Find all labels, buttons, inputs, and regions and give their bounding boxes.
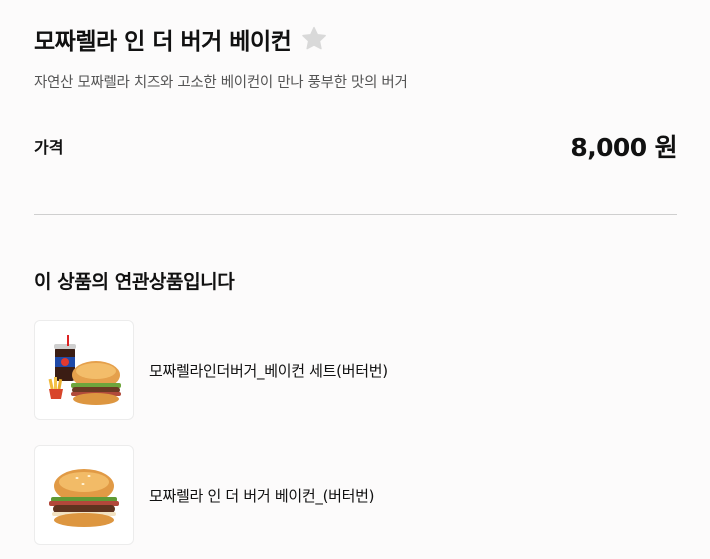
related-section-title: 이 상품의 연관상품입니다: [34, 271, 235, 293]
product-title: 모짜렐라 인 더 버거 베이컨: [34, 29, 292, 55]
product-detail-page: 모짜렐라 인 더 버거 베이컨 자연산 모짜렐라 치즈와 고소한 베이컨이 만나…: [0, 0, 710, 559]
related-list: 모짜렐라인더버거_베이컨 세트(버터번) 모짜렐라 인 더 버거 베이컨_(버터…: [34, 320, 677, 559]
favorite-button[interactable]: [299, 24, 329, 54]
price-label: 가격: [34, 138, 64, 157]
related-item-set[interactable]: 모짜렐라인더버거_베이컨 세트(버터번): [34, 320, 677, 420]
price-row: 가격 8,000 원: [34, 128, 678, 164]
title-row: 모짜렐라 인 더 버거 베이컨: [34, 22, 329, 56]
related-item-burger[interactable]: 모짜렐라 인 더 버거 베이컨_(버터번): [34, 445, 677, 545]
burger-thumbnail: [34, 445, 134, 545]
related-item-name: 모짜렐라 인 더 버거 베이컨_(버터번): [149, 486, 375, 505]
star-icon: [302, 26, 327, 50]
burger-set-thumbnail: [34, 320, 134, 420]
divider: [34, 214, 677, 215]
price-value: 8,000 원: [570, 133, 677, 162]
related-item-name: 모짜렐라인더버거_베이컨 세트(버터번): [149, 361, 388, 380]
product-description: 자연산 모짜렐라 치즈와 고소한 베이컨이 만나 풍부한 맛의 버거: [34, 75, 408, 91]
